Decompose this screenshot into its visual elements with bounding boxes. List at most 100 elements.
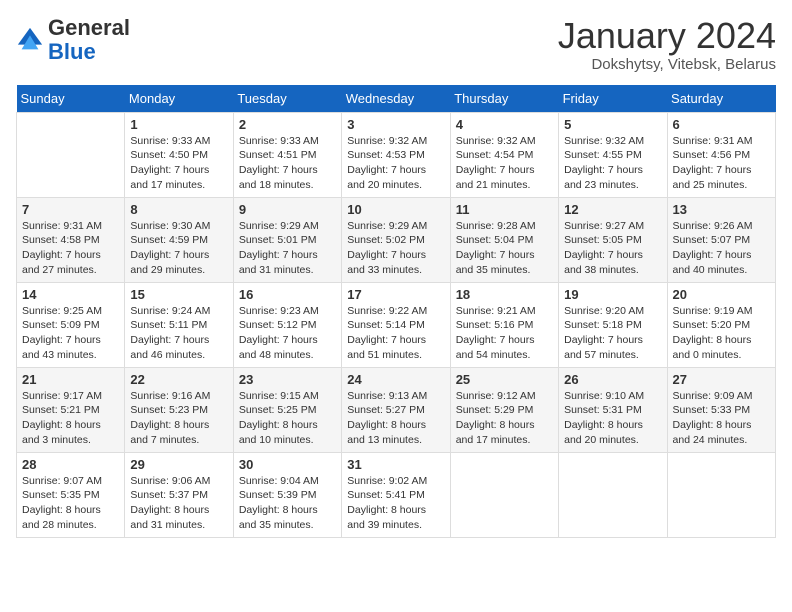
day-number: 22 bbox=[130, 372, 227, 387]
day-number: 9 bbox=[239, 202, 336, 217]
day-number: 15 bbox=[130, 287, 227, 302]
day-info: Sunrise: 9:17 AM Sunset: 5:21 PM Dayligh… bbox=[22, 389, 119, 448]
day-info: Sunrise: 9:15 AM Sunset: 5:25 PM Dayligh… bbox=[239, 389, 336, 448]
day-info: Sunrise: 9:10 AM Sunset: 5:31 PM Dayligh… bbox=[564, 389, 661, 448]
week-row-2: 7Sunrise: 9:31 AM Sunset: 4:58 PM Daylig… bbox=[17, 197, 776, 282]
calendar-cell bbox=[450, 452, 558, 537]
day-info: Sunrise: 9:20 AM Sunset: 5:18 PM Dayligh… bbox=[564, 304, 661, 363]
day-number: 11 bbox=[456, 202, 553, 217]
day-number: 25 bbox=[456, 372, 553, 387]
header-thursday: Thursday bbox=[450, 85, 558, 113]
day-info: Sunrise: 9:30 AM Sunset: 4:59 PM Dayligh… bbox=[130, 219, 227, 278]
calendar-subtitle: Dokshytsy, Vitebsk, Belarus bbox=[558, 56, 776, 73]
day-info: Sunrise: 9:16 AM Sunset: 5:23 PM Dayligh… bbox=[130, 389, 227, 448]
calendar-cell bbox=[667, 452, 775, 537]
logo: General Blue bbox=[16, 16, 130, 64]
day-info: Sunrise: 9:09 AM Sunset: 5:33 PM Dayligh… bbox=[673, 389, 770, 448]
day-info: Sunrise: 9:22 AM Sunset: 5:14 PM Dayligh… bbox=[347, 304, 444, 363]
day-number: 23 bbox=[239, 372, 336, 387]
day-info: Sunrise: 9:32 AM Sunset: 4:54 PM Dayligh… bbox=[456, 134, 553, 193]
header-friday: Friday bbox=[559, 85, 667, 113]
calendar-header-row: SundayMondayTuesdayWednesdayThursdayFrid… bbox=[17, 85, 776, 113]
day-number: 27 bbox=[673, 372, 770, 387]
calendar-cell: 6 Sunrise: 9:31 AM Sunset: 4:56 PM Daylig… bbox=[667, 112, 775, 197]
header-tuesday: Tuesday bbox=[233, 85, 341, 113]
day-info: Sunrise: 9:04 AM Sunset: 5:39 PM Dayligh… bbox=[239, 474, 336, 533]
day-info: Sunrise: 9:24 AM Sunset: 5:11 PM Dayligh… bbox=[130, 304, 227, 363]
day-number: 2 bbox=[239, 117, 336, 132]
week-row-1: 1Sunrise: 9:33 AM Sunset: 4:50 PM Daylig… bbox=[17, 112, 776, 197]
header-saturday: Saturday bbox=[667, 85, 775, 113]
day-number: 3 bbox=[347, 117, 444, 132]
day-info: Sunrise: 9:12 AM Sunset: 5:29 PM Dayligh… bbox=[456, 389, 553, 448]
calendar-cell: 1Sunrise: 9:33 AM Sunset: 4:50 PM Daylig… bbox=[125, 112, 233, 197]
day-number: 31 bbox=[347, 457, 444, 472]
day-info: Sunrise: 9:25 AM Sunset: 5:09 PM Dayligh… bbox=[22, 304, 119, 363]
calendar-cell: 15 Sunrise: 9:24 AM Sunset: 5:11 PM Dayli… bbox=[125, 282, 233, 367]
calendar-cell: 28 Sunrise: 9:07 AM Sunset: 5:35 PM Dayli… bbox=[17, 452, 125, 537]
day-info: Sunrise: 9:28 AM Sunset: 5:04 PM Dayligh… bbox=[456, 219, 553, 278]
day-number: 6 bbox=[673, 117, 770, 132]
calendar-title: January 2024 bbox=[558, 16, 776, 56]
day-info: Sunrise: 9:33 AM Sunset: 4:51 PM Dayligh… bbox=[239, 134, 336, 193]
day-info: Sunrise: 9:02 AM Sunset: 5:41 PM Dayligh… bbox=[347, 474, 444, 533]
calendar-cell: 30 Sunrise: 9:04 AM Sunset: 5:39 PM Dayli… bbox=[233, 452, 341, 537]
calendar-cell: 5 Sunrise: 9:32 AM Sunset: 4:55 PM Daylig… bbox=[559, 112, 667, 197]
day-info: Sunrise: 9:32 AM Sunset: 4:53 PM Dayligh… bbox=[347, 134, 444, 193]
day-info: Sunrise: 9:06 AM Sunset: 5:37 PM Dayligh… bbox=[130, 474, 227, 533]
calendar-cell: 13Sunrise: 9:26 AM Sunset: 5:07 PM Dayli… bbox=[667, 197, 775, 282]
week-row-4: 21 Sunrise: 9:17 AM Sunset: 5:21 PM Dayli… bbox=[17, 367, 776, 452]
calendar-cell: 11 Sunrise: 9:28 AM Sunset: 5:04 PM Dayli… bbox=[450, 197, 558, 282]
calendar-cell: 23 Sunrise: 9:15 AM Sunset: 5:25 PM Dayli… bbox=[233, 367, 341, 452]
day-info: Sunrise: 9:29 AM Sunset: 5:02 PM Dayligh… bbox=[347, 219, 444, 278]
calendar-cell: 21 Sunrise: 9:17 AM Sunset: 5:21 PM Dayli… bbox=[17, 367, 125, 452]
calendar-cell: 2 Sunrise: 9:33 AM Sunset: 4:51 PM Daylig… bbox=[233, 112, 341, 197]
calendar-cell: 31 Sunrise: 9:02 AM Sunset: 5:41 PM Dayli… bbox=[342, 452, 450, 537]
calendar-table: SundayMondayTuesdayWednesdayThursdayFrid… bbox=[16, 85, 776, 538]
day-number: 4 bbox=[456, 117, 553, 132]
calendar-cell: 7Sunrise: 9:31 AM Sunset: 4:58 PM Daylig… bbox=[17, 197, 125, 282]
day-info: Sunrise: 9:13 AM Sunset: 5:27 PM Dayligh… bbox=[347, 389, 444, 448]
day-info: Sunrise: 9:32 AM Sunset: 4:55 PM Dayligh… bbox=[564, 134, 661, 193]
calendar-cell: 3 Sunrise: 9:32 AM Sunset: 4:53 PM Daylig… bbox=[342, 112, 450, 197]
logo-blue-text: Blue bbox=[48, 39, 96, 64]
calendar-cell: 29 Sunrise: 9:06 AM Sunset: 5:37 PM Dayli… bbox=[125, 452, 233, 537]
day-number: 30 bbox=[239, 457, 336, 472]
calendar-cell: 12Sunrise: 9:27 AM Sunset: 5:05 PM Dayli… bbox=[559, 197, 667, 282]
day-number: 16 bbox=[239, 287, 336, 302]
day-number: 28 bbox=[22, 457, 119, 472]
day-info: Sunrise: 9:31 AM Sunset: 4:58 PM Dayligh… bbox=[22, 219, 119, 278]
day-info: Sunrise: 9:26 AM Sunset: 5:07 PM Dayligh… bbox=[673, 219, 770, 278]
day-number: 1 bbox=[130, 117, 227, 132]
day-number: 8 bbox=[130, 202, 227, 217]
calendar-cell: 9Sunrise: 9:29 AM Sunset: 5:01 PM Daylig… bbox=[233, 197, 341, 282]
calendar-cell: 19 Sunrise: 9:20 AM Sunset: 5:18 PM Dayli… bbox=[559, 282, 667, 367]
day-number: 29 bbox=[130, 457, 227, 472]
calendar-cell: 8 Sunrise: 9:30 AM Sunset: 4:59 PM Daylig… bbox=[125, 197, 233, 282]
calendar-cell: 16 Sunrise: 9:23 AM Sunset: 5:12 PM Dayli… bbox=[233, 282, 341, 367]
calendar-cell: 4 Sunrise: 9:32 AM Sunset: 4:54 PM Daylig… bbox=[450, 112, 558, 197]
calendar-cell: 20Sunrise: 9:19 AM Sunset: 5:20 PM Dayli… bbox=[667, 282, 775, 367]
logo-general-text: General bbox=[48, 15, 130, 40]
header-sunday: Sunday bbox=[17, 85, 125, 113]
page-header: General Blue January 2024 Dokshytsy, Vit… bbox=[16, 16, 776, 73]
day-number: 12 bbox=[564, 202, 661, 217]
calendar-cell: 24 Sunrise: 9:13 AM Sunset: 5:27 PM Dayli… bbox=[342, 367, 450, 452]
calendar-cell: 22 Sunrise: 9:16 AM Sunset: 5:23 PM Dayli… bbox=[125, 367, 233, 452]
calendar-cell: 25 Sunrise: 9:12 AM Sunset: 5:29 PM Dayli… bbox=[450, 367, 558, 452]
day-number: 24 bbox=[347, 372, 444, 387]
day-number: 5 bbox=[564, 117, 661, 132]
calendar-cell: 26Sunrise: 9:10 AM Sunset: 5:31 PM Dayli… bbox=[559, 367, 667, 452]
calendar-cell: 10Sunrise: 9:29 AM Sunset: 5:02 PM Dayli… bbox=[342, 197, 450, 282]
day-info: Sunrise: 9:07 AM Sunset: 5:35 PM Dayligh… bbox=[22, 474, 119, 533]
week-row-3: 14Sunrise: 9:25 AM Sunset: 5:09 PM Dayli… bbox=[17, 282, 776, 367]
header-monday: Monday bbox=[125, 85, 233, 113]
header-wednesday: Wednesday bbox=[342, 85, 450, 113]
calendar-cell: 17Sunrise: 9:22 AM Sunset: 5:14 PM Dayli… bbox=[342, 282, 450, 367]
day-info: Sunrise: 9:31 AM Sunset: 4:56 PM Dayligh… bbox=[673, 134, 770, 193]
day-number: 21 bbox=[22, 372, 119, 387]
day-info: Sunrise: 9:23 AM Sunset: 5:12 PM Dayligh… bbox=[239, 304, 336, 363]
day-number: 19 bbox=[564, 287, 661, 302]
day-number: 18 bbox=[456, 287, 553, 302]
day-info: Sunrise: 9:21 AM Sunset: 5:16 PM Dayligh… bbox=[456, 304, 553, 363]
